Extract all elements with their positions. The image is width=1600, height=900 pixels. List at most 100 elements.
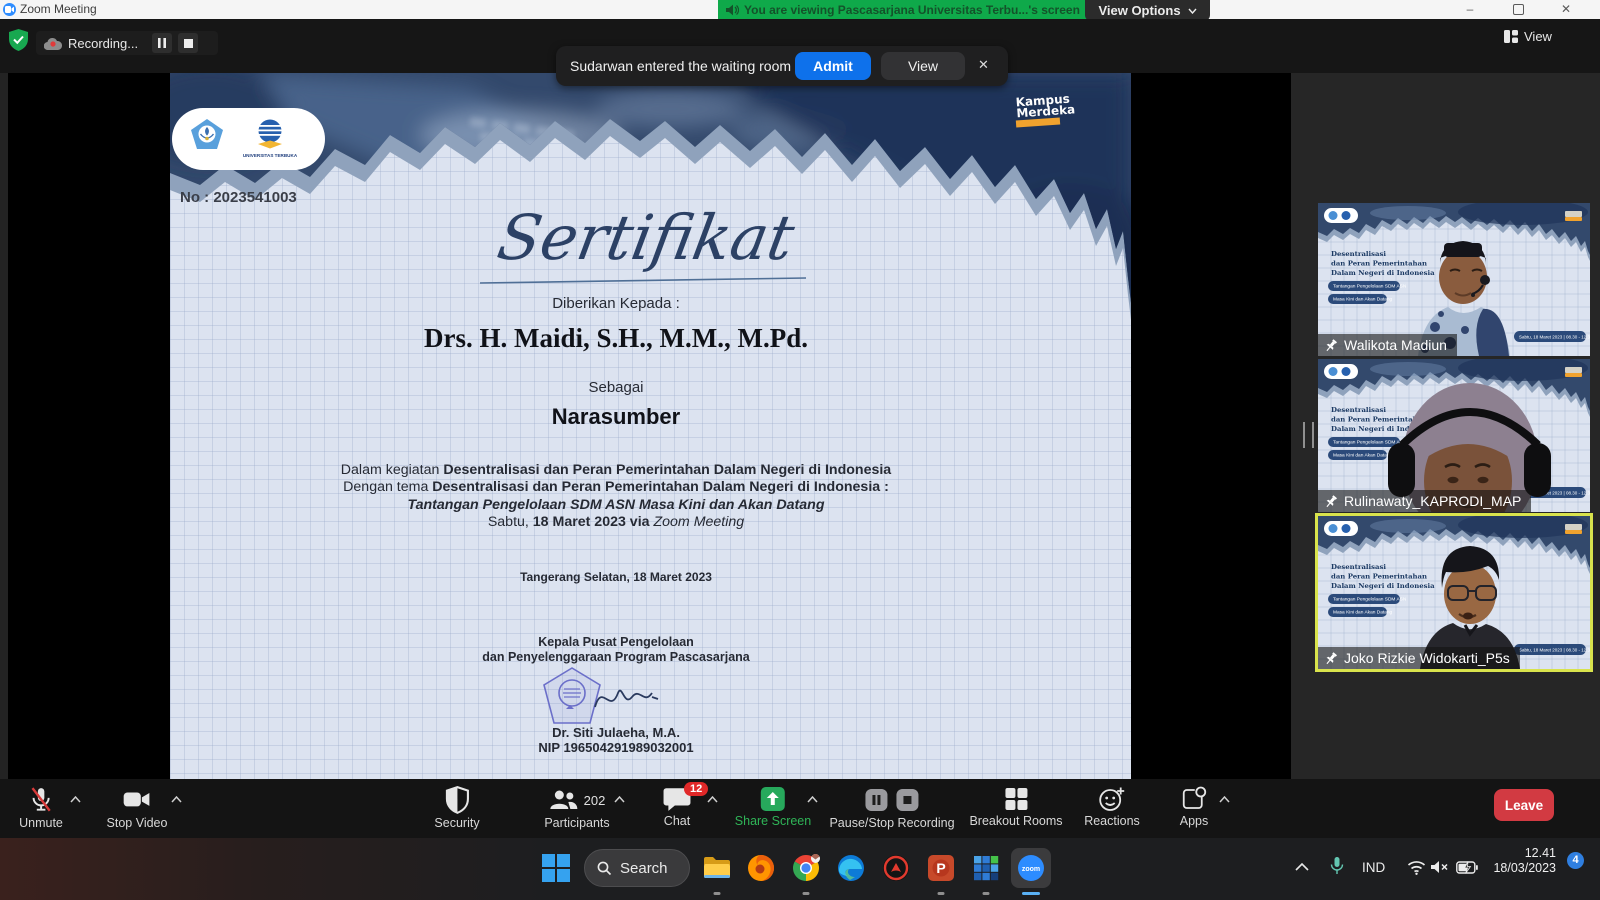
file-explorer-icon[interactable] <box>702 853 732 883</box>
svg-text:zoom: zoom <box>1022 866 1040 873</box>
given-to-label: Diberikan Kepada : <box>170 295 1062 312</box>
speaker-icon <box>726 4 739 16</box>
security-shield-icon <box>9 29 28 51</box>
participants-count: 202 <box>584 793 606 808</box>
as-label: Sebagai <box>170 379 1062 396</box>
university-logo-pill: UNIVERSITAS TERBUKA <box>172 108 325 170</box>
recipient-name: Drs. H. Maidi, S.H., M.M., M.Pd. <box>170 323 1062 354</box>
svg-text:Desentralisasi: Desentralisasi <box>1331 563 1386 571</box>
chat-chevron-icon[interactable] <box>707 796 718 803</box>
place-date: Tangerang Selatan, 18 Maret 2023 <box>170 570 1062 584</box>
zoom-taskbar-icon[interactable]: zoom <box>1016 853 1046 883</box>
running-indicator <box>983 892 990 895</box>
participant-tile-rulinawaty[interactable]: Desentralisasi dan Peran Pemerintahan Da… <box>1318 359 1590 512</box>
recording-indicator: Recording... <box>36 31 218 55</box>
chrome-icon[interactable] <box>791 853 821 883</box>
grid-app-icon[interactable] <box>971 853 1001 883</box>
breakout-rooms-button[interactable]: Breakout Rooms <box>969 786 1062 828</box>
participants-button[interactable]: 202 Participants <box>544 786 609 830</box>
svg-text:Masa Kini dan Akan Datang: Masa Kini dan Akan Datang <box>1333 297 1393 303</box>
pause-recording-icon <box>865 788 889 812</box>
start-button[interactable] <box>541 853 571 883</box>
apps-button[interactable]: Apps <box>1180 786 1209 828</box>
reactions-icon <box>1099 786 1126 812</box>
minimize-button[interactable]: – <box>1455 0 1485 19</box>
participants-icon <box>549 788 579 812</box>
maximize-button[interactable] <box>1503 0 1533 19</box>
svg-text:Tantangan Pengelolaan SDM ASN: Tantangan Pengelolaan SDM ASN <box>1333 284 1407 290</box>
participant-nametag: Walikota Madiun <box>1318 334 1457 356</box>
pause-stop-recording-button[interactable]: Pause/Stop Recording <box>829 786 954 830</box>
svg-text:Sabtu, 18 Maret 2023 | 08.30 -: Sabtu, 18 Maret 2023 | 08.30 - 12.30 WIB <box>1519 334 1590 339</box>
red-app-icon[interactable] <box>881 853 911 883</box>
participants-chevron-icon[interactable] <box>614 796 625 803</box>
waiting-room-toast: Sudarwan entered the waiting room Admit … <box>556 46 1008 86</box>
participant-tile-walikota[interactable]: Desentralisasi dan Peran Pemerintahan Da… <box>1318 203 1590 356</box>
unmute-button[interactable]: Unmute <box>19 786 63 830</box>
svg-text:Desentralisasi: Desentralisasi <box>1331 406 1386 414</box>
stop-recording-button[interactable] <box>178 33 198 53</box>
unmute-chevron-icon[interactable] <box>70 796 81 803</box>
tray-wifi-icon[interactable] <box>1407 860 1426 875</box>
view-layout-button[interactable]: View <box>1504 29 1552 44</box>
stop-recording-icon <box>896 788 920 812</box>
chat-unread-badge: 12 <box>684 782 708 796</box>
pause-recording-button[interactable] <box>152 33 172 53</box>
svg-text:dan Peran Pemerintahan: dan Peran Pemerintahan <box>1331 260 1427 268</box>
stop-video-button[interactable]: Stop Video <box>107 786 168 830</box>
notification-badge[interactable]: 4 <box>1567 852 1584 869</box>
viewing-banner: You are viewing Pascasarjana Universitas… <box>718 0 1090 19</box>
toast-message: Sudarwan entered the waiting room <box>570 58 791 74</box>
pin-icon <box>1325 495 1338 508</box>
tray-battery-icon[interactable] <box>1456 861 1478 874</box>
search-box[interactable]: Search <box>584 849 690 887</box>
powerpoint-icon[interactable]: P <box>926 853 956 883</box>
security-button[interactable]: Security <box>434 786 479 830</box>
apps-icon <box>1181 786 1207 812</box>
kampus-merdeka-logo: KampusMerdeka <box>1016 95 1086 141</box>
certificate-body: Dalam kegiatan Desentralisasi dan Peran … <box>170 462 1062 531</box>
share-chevron-icon[interactable] <box>807 796 818 803</box>
zoom-active-indicator <box>1022 892 1040 895</box>
close-button[interactable]: ✕ <box>1551 0 1581 19</box>
participant-nametag: Joko Rizkie Widokarti_P5s <box>1318 647 1520 669</box>
leave-button[interactable]: Leave <box>1494 789 1554 821</box>
windows-taskbar: Search P zoom IND 12.41 18/03/2023 4 <box>0 838 1600 900</box>
svg-text:P: P <box>936 860 945 876</box>
stamp-and-signature <box>540 667 690 729</box>
view-options-button[interactable]: View Options <box>1085 0 1210 21</box>
toast-view-button[interactable]: View <box>881 52 965 80</box>
tray-language[interactable]: IND <box>1362 860 1385 875</box>
running-indicator <box>938 892 945 895</box>
shared-screen-viewport: UNIVERSITAS TERBUKA KampusMerdeka No : 2… <box>8 73 1291 779</box>
tray-volume-muted-icon[interactable] <box>1430 859 1449 875</box>
tray-clock[interactable]: 12.41 18/03/2023 <box>1493 846 1556 876</box>
panel-resize-handle[interactable] <box>1303 422 1314 448</box>
view-layout-icon <box>1504 30 1518 43</box>
video-chevron-icon[interactable] <box>171 796 182 803</box>
apps-chevron-icon[interactable] <box>1219 796 1230 803</box>
svg-text:Desentralisasi: Desentralisasi <box>1331 250 1386 258</box>
chevron-down-icon <box>1188 8 1197 14</box>
running-indicator <box>714 892 721 895</box>
edge-icon[interactable] <box>836 853 866 883</box>
pin-icon <box>1325 652 1338 665</box>
tray-chevron-icon[interactable] <box>1295 862 1309 871</box>
svg-text:Masa Kini dan Akan Datang: Masa Kini dan Akan Datang <box>1333 453 1393 459</box>
share-screen-button[interactable]: Share Screen <box>735 786 811 828</box>
toast-close-icon[interactable]: ✕ <box>978 57 989 73</box>
pin-icon <box>1325 339 1338 352</box>
certificate-slide: UNIVERSITAS TERBUKA KampusMerdeka No : 2… <box>170 73 1131 779</box>
svg-text:Sabtu, 18 Maret 2023 | 08.30 -: Sabtu, 18 Maret 2023 | 08.30 - 12.30 WIB <box>1519 647 1590 652</box>
reactions-button[interactable]: Reactions <box>1084 786 1140 828</box>
svg-text:UNIVERSITAS TERBUKA: UNIVERSITAS TERBUKA <box>243 153 298 158</box>
breakout-rooms-icon <box>1003 786 1029 812</box>
participant-tile-joko[interactable]: Desentralisasi dan Peran Pemerintahan Da… <box>1318 516 1590 669</box>
signer-nip: NIP 196504291989032001 <box>170 740 1062 755</box>
certificate-title: Sertifikat <box>194 201 1099 274</box>
admit-button[interactable]: Admit <box>795 52 871 80</box>
firefox-icon[interactable] <box>746 853 776 883</box>
window-title: Zoom Meeting <box>20 2 97 16</box>
signer-titles: Kepala Pusat Pengelolaandan Penyelenggar… <box>170 635 1062 664</box>
tray-mic-icon[interactable] <box>1330 856 1344 876</box>
